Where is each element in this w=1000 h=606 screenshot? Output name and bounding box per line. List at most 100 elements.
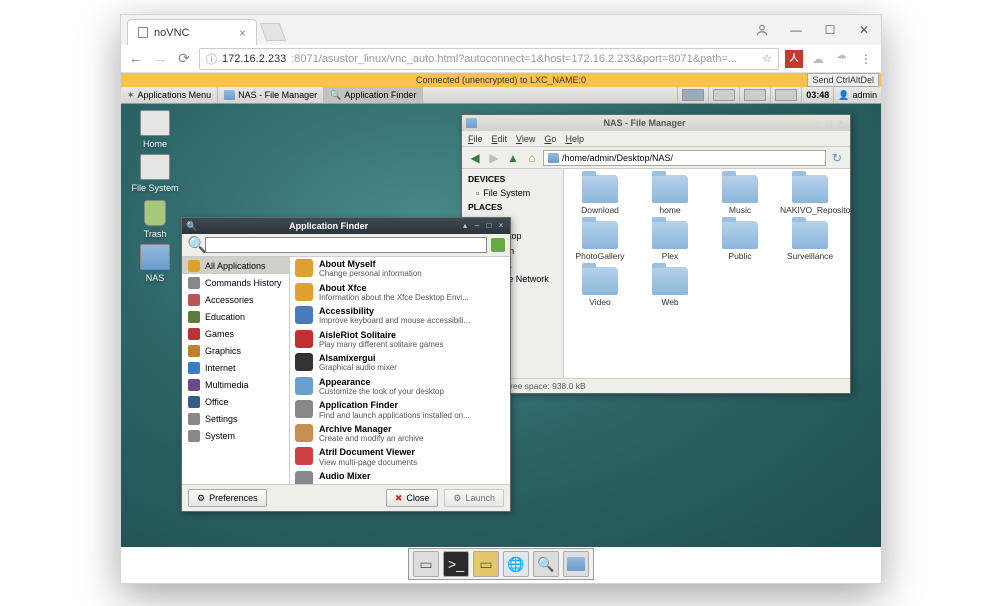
folder-icon — [582, 175, 618, 203]
sidebar-item-filesystem[interactable]: ▫File System — [462, 186, 563, 200]
category-item[interactable]: Accessories — [182, 291, 289, 308]
tab-close-icon[interactable]: × — [239, 26, 246, 40]
extension-umbrella-icon[interactable]: ☂ — [833, 50, 851, 68]
application-list[interactable]: About MyselfChange personal informationA… — [290, 257, 510, 484]
category-label: Accessories — [205, 295, 254, 305]
app-item[interactable]: About MyselfChange personal information — [290, 257, 510, 281]
app-item[interactable]: About XfceInformation about the Xfce Des… — [290, 281, 510, 305]
folder-item[interactable]: Music — [710, 175, 770, 215]
window-minimize-icon[interactable]: – — [812, 118, 822, 128]
preferences-button[interactable]: ⚙Preferences — [188, 489, 267, 507]
info-icon[interactable]: ⓘ — [206, 51, 217, 67]
file-manager-content[interactable]: Downloadhome Music NAKIVO_Repository PhotoG… — [564, 169, 850, 378]
folder-item[interactable]: Plex — [640, 221, 700, 261]
category-item[interactable]: Multimedia — [182, 376, 289, 393]
panel-user[interactable]: 👤 admin — [833, 87, 881, 103]
category-item[interactable]: All Applications — [182, 257, 289, 274]
app-item[interactable]: AlsamixerguiGraphical audio mixer — [290, 351, 510, 375]
send-ctrlaltdel-button[interactable]: Send CtrlAltDel — [807, 73, 879, 87]
tray-workspace1[interactable] — [677, 87, 708, 103]
window-maximize-icon[interactable]: □ — [824, 118, 834, 128]
tray-workspace3[interactable] — [739, 87, 770, 103]
browser-menu-icon[interactable]: ⋮ — [857, 50, 875, 68]
folder-item[interactable]: Download — [570, 175, 630, 215]
dock-appfinder-icon[interactable]: 🔍 — [533, 551, 559, 577]
browser-tab[interactable]: noVNC × — [127, 19, 257, 45]
app-item[interactable]: AccessibilityImprove keyboard and mouse … — [290, 304, 510, 328]
xfce-desktop[interactable]: Home File System Trash NAS NAS - File Ma… — [121, 104, 881, 547]
folder-label: Music — [710, 205, 770, 215]
desktop-icon-home[interactable]: Home — [127, 110, 183, 150]
dock-terminal-icon[interactable]: >_ — [443, 551, 469, 577]
desktop-icon-trash[interactable]: Trash — [127, 200, 183, 240]
path-bar[interactable]: /home/admin/Desktop/NAS/ — [543, 150, 826, 166]
menu-file[interactable]: File — [468, 134, 483, 144]
maximize-icon[interactable]: ☐ — [813, 16, 847, 44]
taskbar-item-appfinder[interactable]: 🔍 Application Finder — [324, 87, 423, 103]
folder-item[interactable]: Public — [710, 221, 770, 261]
menu-edit[interactable]: Edit — [492, 134, 508, 144]
minimize-icon[interactable]: — — [779, 16, 813, 44]
category-icon — [188, 413, 200, 425]
extension-ghost-icon[interactable]: ☁ — [809, 50, 827, 68]
desktop-icon-filesystem[interactable]: File System — [127, 154, 183, 194]
search-go-button[interactable] — [491, 238, 505, 252]
app-item[interactable]: AisleRiot SolitairePlay many different s… — [290, 328, 510, 352]
app-item[interactable]: Audio Mixer — [290, 469, 510, 484]
dock-show-desktop-icon[interactable]: ▭ — [413, 551, 439, 577]
app-item[interactable]: Atril Document ViewerView multi-page doc… — [290, 445, 510, 469]
applications-menu-button[interactable]: ✶ Applications Menu — [121, 87, 218, 103]
search-input[interactable] — [205, 237, 487, 253]
menu-help[interactable]: Help — [565, 134, 584, 144]
folder-item[interactable]: Web — [640, 267, 700, 307]
nav-up-icon[interactable]: ▲ — [505, 150, 521, 166]
folder-item[interactable]: Video — [570, 267, 630, 307]
category-item[interactable]: Internet — [182, 359, 289, 376]
launch-button[interactable]: ⚙Launch — [444, 489, 504, 507]
category-item[interactable]: Commands History — [182, 274, 289, 291]
app-item[interactable]: AppearanceCustomize the look of your des… — [290, 375, 510, 399]
folder-item[interactable]: NAKIVO_Repository — [780, 175, 840, 215]
folder-icon — [548, 153, 559, 163]
panel-clock[interactable]: 03:48 — [801, 87, 833, 103]
category-item[interactable]: Settings — [182, 410, 289, 427]
close-button[interactable]: ✖Close — [386, 489, 439, 507]
path-go-icon[interactable]: ↻ — [829, 150, 845, 166]
category-item[interactable]: Graphics — [182, 342, 289, 359]
menu-view[interactable]: View — [516, 134, 535, 144]
new-tab-button[interactable] — [260, 23, 287, 41]
window-close-icon[interactable]: × — [496, 221, 506, 231]
category-item[interactable]: Education — [182, 308, 289, 325]
extension-adobe-icon[interactable]: 人 — [785, 50, 803, 68]
taskbar-item-filemanager[interactable]: NAS - File Manager — [218, 87, 324, 103]
bookmark-icon[interactable]: ☆ — [762, 52, 772, 65]
category-item[interactable]: Office — [182, 393, 289, 410]
category-icon — [188, 311, 200, 323]
back-icon[interactable]: ← — [127, 50, 145, 68]
address-bar[interactable]: ⓘ 172.16.2.233:8071/asustor_linux/vnc_au… — [199, 48, 779, 70]
dock-home-icon[interactable] — [563, 551, 589, 577]
tray-workspace2[interactable] — [708, 87, 739, 103]
folder-item[interactable]: PhotoGallery — [570, 221, 630, 261]
close-icon[interactable]: ✕ — [847, 16, 881, 44]
tray-workspace4[interactable] — [770, 87, 801, 103]
dock-browser-icon[interactable]: 🌐 — [503, 551, 529, 577]
desktop-icon-nas[interactable]: NAS — [127, 244, 183, 284]
window-close-icon[interactable]: × — [836, 118, 846, 128]
folder-item[interactable]: home — [640, 175, 700, 215]
window-minimize-icon[interactable]: – — [472, 221, 482, 231]
category-item[interactable]: System — [182, 427, 289, 444]
nav-home-icon[interactable]: ⌂ — [524, 150, 540, 166]
reload-icon[interactable]: ⟳ — [175, 50, 193, 68]
dock-files-icon[interactable]: ▭ — [473, 551, 499, 577]
category-item[interactable]: Games — [182, 325, 289, 342]
window-maximize-icon[interactable]: □ — [484, 221, 494, 231]
app-item[interactable]: Archive ManagerCreate and modify an arch… — [290, 422, 510, 446]
profile-icon[interactable] — [745, 16, 779, 44]
window-up-icon[interactable]: ▴ — [460, 221, 470, 231]
folder-item[interactable]: Surveillance — [780, 221, 840, 261]
app-item[interactable]: Application FinderFind and launch applic… — [290, 398, 510, 422]
menu-go[interactable]: Go — [544, 134, 556, 144]
app-icon — [295, 353, 313, 371]
nav-back-icon[interactable]: ◀ — [467, 150, 483, 166]
